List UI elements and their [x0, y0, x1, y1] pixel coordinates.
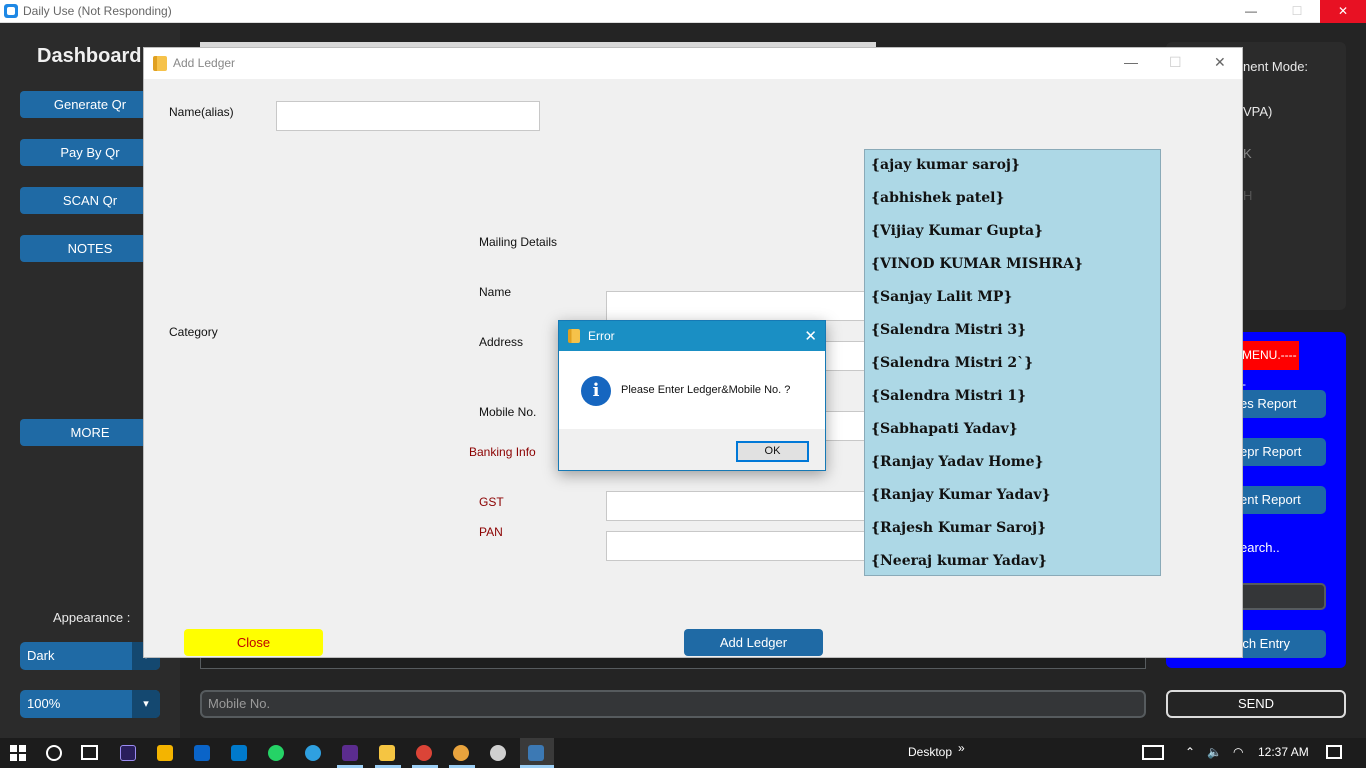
- appearance-value: Dark: [27, 648, 55, 663]
- feather-icon: [568, 329, 580, 343]
- banking-info-label: Banking Info: [469, 445, 536, 459]
- error-body: i Please Enter Ledger&Mobile No. ?: [559, 351, 825, 429]
- error-titlebar: Error ✕: [559, 321, 825, 351]
- sales-report-button[interactable]: es Report: [1230, 390, 1326, 418]
- expr-report-button[interactable]: epr Report: [1230, 438, 1326, 466]
- search-label: earch..: [1240, 540, 1280, 555]
- payment-option-cash[interactable]: H: [1243, 188, 1252, 203]
- main-titlebar: Daily Use (Not Responding) — ☐ ✕: [0, 0, 1366, 23]
- list-item[interactable]: {abhishek patel}: [871, 190, 1004, 206]
- appearance-label: Appearance :: [53, 610, 131, 625]
- list-item[interactable]: {Ranjay Yadav Home}: [871, 454, 1044, 470]
- list-item[interactable]: {Sanjay Lalit MP}: [871, 289, 1012, 305]
- add-ledger-titlebar: Add Ledger — ☐ ✕: [144, 48, 1242, 79]
- close-ledger-button[interactable]: Close: [184, 629, 323, 656]
- notifications-icon[interactable]: [1326, 745, 1342, 759]
- vscode-icon[interactable]: [231, 745, 247, 761]
- chevron-up-icon[interactable]: ⌃: [1185, 745, 1195, 759]
- chevron-down-icon[interactable]: ▾: [132, 690, 160, 718]
- list-item[interactable]: {Salendra Mistri 3}: [871, 322, 1026, 338]
- app-icon: [4, 4, 18, 18]
- list-item[interactable]: {Neeraj kumar Yadav}: [871, 553, 1047, 569]
- close-icon[interactable]: ✕: [1214, 54, 1226, 71]
- close-icon[interactable]: ✕: [804, 327, 817, 345]
- list-item[interactable]: {Rajesh Kumar Saroj}: [871, 520, 1046, 536]
- mailing-details-label: Mailing Details: [479, 235, 558, 249]
- list-item[interactable]: {Vijiay Kumar Gupta}: [871, 223, 1043, 239]
- gst-input[interactable]: [606, 491, 866, 521]
- gst-label: GST: [479, 495, 504, 509]
- close-button[interactable]: ✕: [1320, 0, 1366, 23]
- feather-icon: [153, 56, 167, 71]
- pan-input[interactable]: [606, 531, 866, 561]
- list-item[interactable]: {VINOD KUMAR MISHRA}: [871, 256, 1083, 272]
- notes-button[interactable]: NOTES: [20, 235, 160, 262]
- media-player-icon[interactable]: [342, 745, 358, 761]
- send-button[interactable]: SEND: [1166, 690, 1346, 718]
- volume-icon[interactable]: 🔈: [1207, 745, 1222, 759]
- keyboard-icon[interactable]: [1142, 745, 1164, 760]
- premiere-icon[interactable]: [120, 745, 136, 761]
- task-view-icon[interactable]: [81, 745, 98, 760]
- payment-option-vpa[interactable]: VPA): [1243, 104, 1272, 119]
- category-label: Category: [169, 325, 218, 339]
- store-icon[interactable]: [157, 745, 173, 761]
- list-item[interactable]: {Salendra Mistri 2`}: [871, 355, 1033, 371]
- maximize-button[interactable]: ☐: [1274, 0, 1320, 23]
- settings-icon[interactable]: [490, 745, 506, 761]
- list-item[interactable]: {Salendra Mistri 1}: [871, 388, 1026, 404]
- info-icon: i: [581, 376, 611, 406]
- chrome-profile-icon[interactable]: [453, 745, 469, 761]
- chrome-icon[interactable]: [416, 745, 432, 761]
- wifi-icon[interactable]: ◠: [1233, 745, 1243, 759]
- notes-textbox[interactable]: [200, 657, 1146, 669]
- error-message: Please Enter Ledger&Mobile No. ?: [621, 384, 791, 396]
- name-input[interactable]: [606, 291, 866, 321]
- payment-mode-label: nent Mode:: [1243, 59, 1309, 74]
- list-item[interactable]: {Ranjay Kumar Yadav}: [871, 487, 1051, 503]
- window-title: Daily Use (Not Responding): [23, 4, 172, 18]
- windows-start-icon[interactable]: [10, 745, 26, 761]
- ok-button[interactable]: OK: [736, 441, 809, 462]
- python-icon[interactable]: [528, 745, 544, 761]
- minimize-button[interactable]: —: [1228, 0, 1274, 23]
- clock-time[interactable]: 12:37 AM: [1258, 745, 1309, 759]
- search-entry-button[interactable]: rch Entry: [1230, 630, 1326, 658]
- list-item[interactable]: {ajay kumar saroj}: [871, 157, 1020, 173]
- payment-report-button[interactable]: ent Report: [1230, 486, 1326, 514]
- error-title: Error: [588, 329, 615, 343]
- mobile-input[interactable]: Mobile No.: [200, 690, 1146, 718]
- minimize-button[interactable]: —: [1124, 54, 1138, 70]
- dashboard-title: Dashboard: [37, 45, 142, 67]
- name-label: Name: [479, 285, 512, 299]
- alias-label: Name(alias): [169, 105, 234, 119]
- generate-qr-button[interactable]: Generate Qr: [20, 91, 160, 118]
- payment-option-bank[interactable]: K: [1243, 146, 1252, 161]
- ledger-suggestion-list[interactable]: {ajay kumar saroj} {abhishek patel} {Vij…: [864, 149, 1161, 576]
- edge-icon[interactable]: [305, 745, 321, 761]
- appearance-dropdown[interactable]: Dark ▾: [20, 642, 160, 670]
- pan-label: PAN: [479, 525, 503, 539]
- toolbar-chevron-icon[interactable]: »: [958, 741, 965, 755]
- more-button[interactable]: MORE: [20, 419, 160, 446]
- whatsapp-icon[interactable]: [268, 745, 284, 761]
- file-explorer-icon[interactable]: [379, 745, 395, 761]
- search-icon[interactable]: [46, 745, 62, 761]
- alias-input[interactable]: [276, 101, 540, 131]
- scan-qr-button[interactable]: SCAN Qr: [20, 187, 160, 214]
- address-label: Address: [479, 335, 524, 349]
- error-dialog: Error ✕ i Please Enter Ledger&Mobile No.…: [558, 320, 826, 471]
- search-input[interactable]: [1230, 583, 1326, 610]
- add-ledger-title: Add Ledger: [173, 56, 236, 70]
- add-ledger-button[interactable]: Add Ledger: [684, 629, 823, 656]
- mobile-label: Mobile No.: [479, 405, 537, 419]
- pay-by-qr-button[interactable]: Pay By Qr: [20, 139, 160, 166]
- list-item[interactable]: {Sabhapati Yadav}: [871, 421, 1018, 437]
- mail-icon[interactable]: [194, 745, 210, 761]
- maximize-button[interactable]: ☐: [1169, 54, 1182, 71]
- desktop-toolbar-label[interactable]: Desktop: [908, 745, 952, 759]
- scaling-dropdown[interactable]: 100% ▾: [20, 690, 160, 718]
- scaling-value: 100%: [27, 696, 61, 711]
